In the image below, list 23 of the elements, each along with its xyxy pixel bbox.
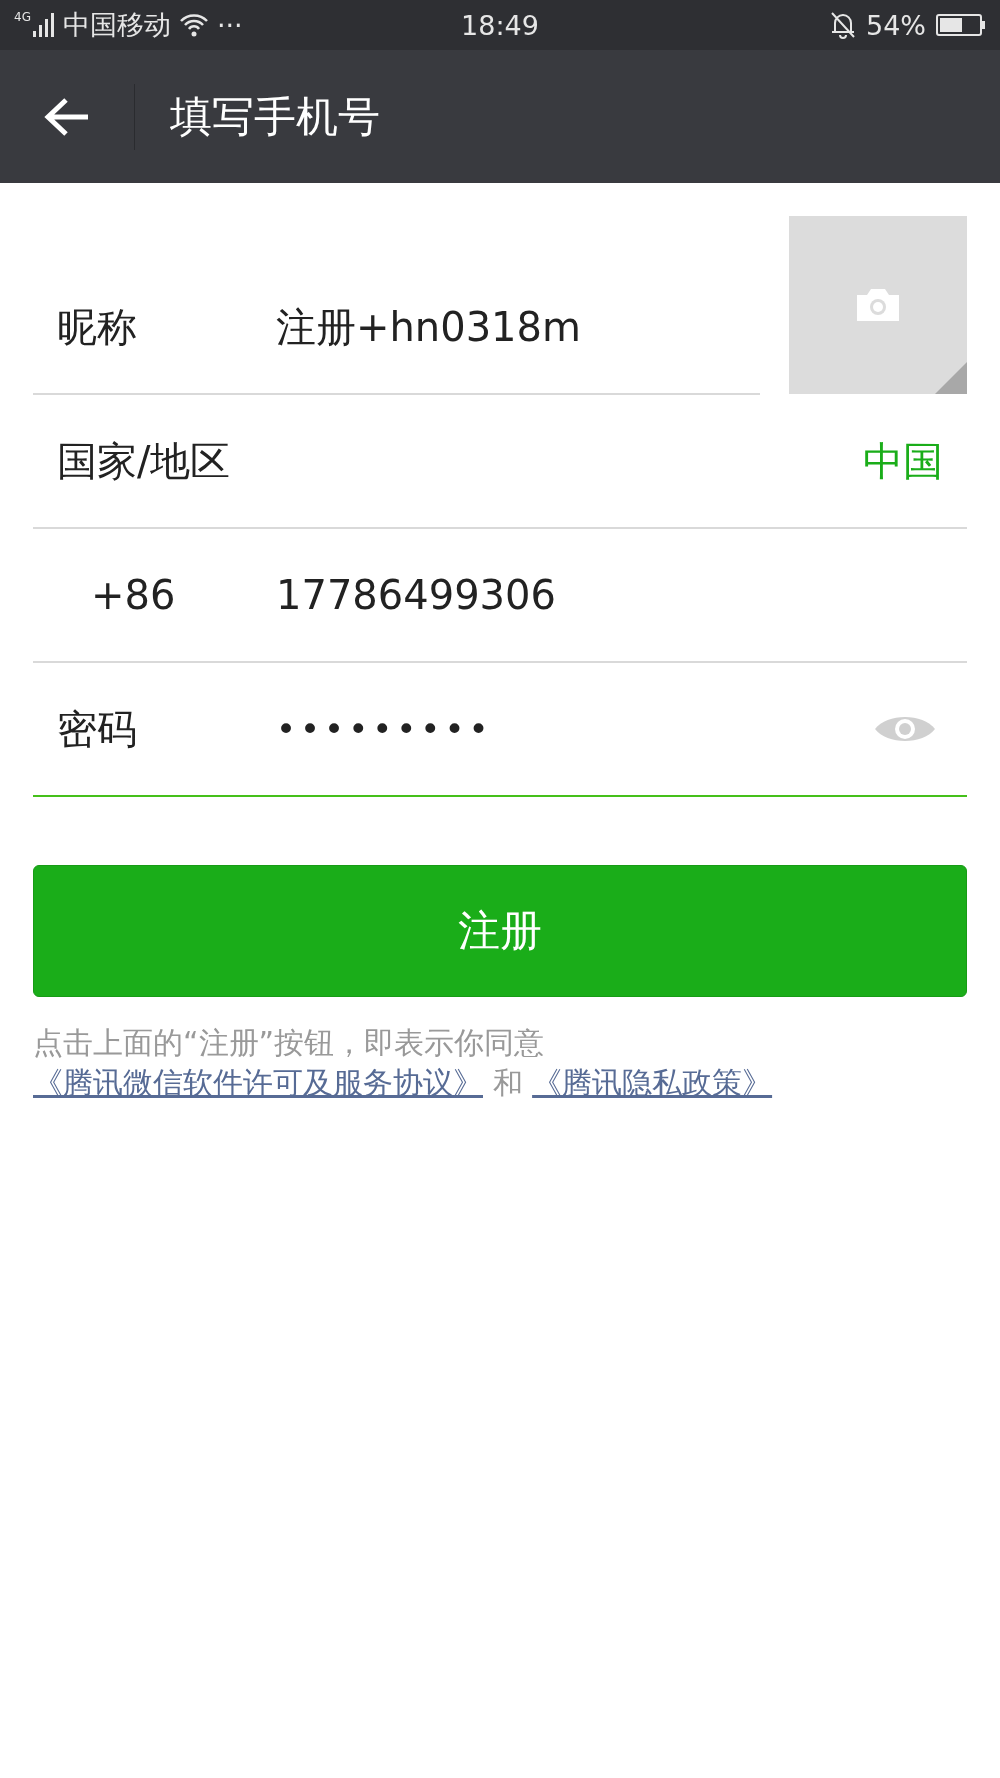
network-type: 4G bbox=[14, 10, 31, 24]
page-title: 填写手机号 bbox=[170, 90, 380, 143]
battery-percent: 54% bbox=[866, 9, 926, 41]
nickname-field[interactable]: 注册+hn0318m bbox=[276, 299, 760, 355]
back-arrow-icon bbox=[44, 96, 90, 137]
clock: 18:49 bbox=[461, 9, 539, 41]
field-label: 国家/地区 bbox=[56, 436, 232, 486]
privacy-policy-link[interactable]: 《腾讯隐私政策》 bbox=[532, 1065, 773, 1100]
password-field[interactable]: ••••••••• bbox=[276, 709, 873, 749]
terms-notice: 点击上面的“注册”按钮，即表示你同意 《腾讯微信软件许可及服务协议》 和 《腾讯隐私政策》 bbox=[33, 1024, 774, 1102]
license-agreement-link[interactable]: 《腾讯微信软件许可及服务协议》 bbox=[33, 1065, 483, 1100]
country-code[interactable]: +86 bbox=[33, 572, 276, 618]
camera-icon bbox=[855, 287, 901, 323]
muted-bell-icon bbox=[830, 11, 856, 39]
more-indicator: ··· bbox=[216, 9, 243, 41]
wifi-icon bbox=[178, 13, 209, 37]
field-label: 昵称 bbox=[56, 302, 138, 352]
phone-field[interactable]: 17786499306 bbox=[276, 572, 967, 618]
battery-icon bbox=[936, 13, 986, 37]
signal-icon bbox=[32, 13, 55, 37]
avatar-upload-button[interactable] bbox=[789, 216, 967, 394]
field-label: 密码 bbox=[56, 704, 138, 754]
carrier-name: 中国移动 bbox=[62, 8, 171, 42]
